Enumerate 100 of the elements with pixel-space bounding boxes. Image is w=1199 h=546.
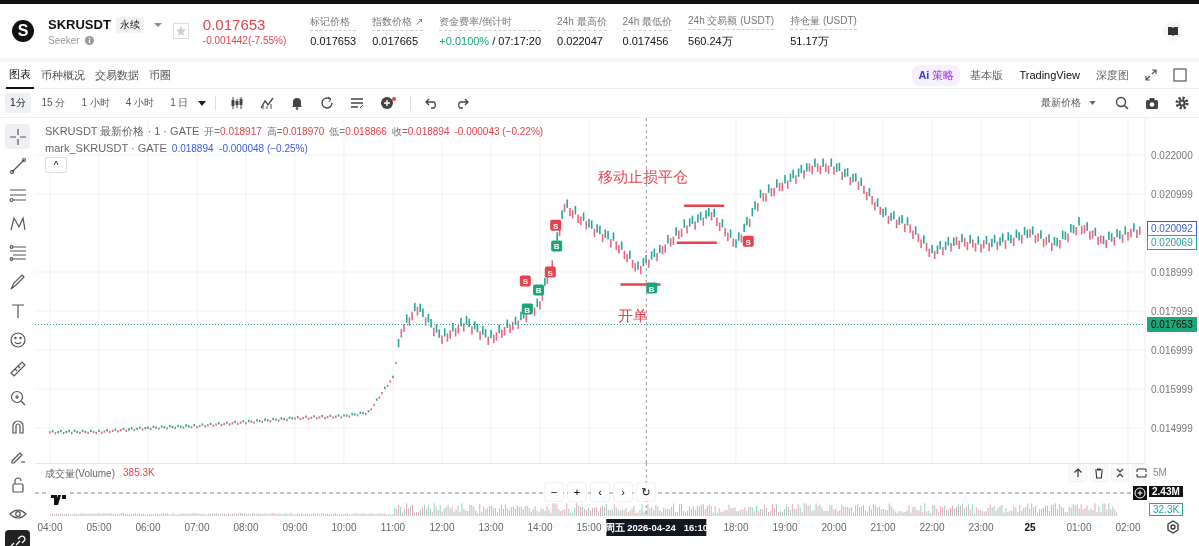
time-axis-label: 11:00 [380,522,406,533]
time-axis-label: 25 [1024,522,1036,533]
symbol-name[interactable]: SKRUSDT [48,17,111,32]
time-axis-label: 10:00 [331,522,357,533]
tab[interactable]: 币种概况 [38,62,88,88]
search-icon[interactable] [1115,96,1129,110]
camera-icon[interactable] [1145,96,1159,110]
expand-icon[interactable] [1145,69,1157,81]
marker-line [620,283,661,286]
add-icon[interactable] [379,96,396,110]
volume-title: 成交量(Volume) [45,467,115,481]
move-up-button[interactable] [1070,465,1086,481]
chart-nav-button[interactable]: + [568,483,586,501]
chart-nav-button[interactable]: ‹ [591,483,609,501]
last-price: 0.017653 [202,16,267,33]
book-icon [1168,26,1178,36]
crosshair-tool-icon[interactable] [5,124,30,149]
stat-value: +0.0100% [439,35,490,47]
time-axis-label: 12:00 [429,522,455,533]
time-axis-label: 22:00 [919,522,945,533]
price-axis-label: 0.014999 [1151,422,1193,434]
collapse-button[interactable]: ^ [45,157,67,173]
stat-value: 51.17万 [790,33,829,49]
price-axis-label: 0.022000 [1151,149,1193,161]
buy-marker: B [521,303,533,315]
delete-button[interactable] [1091,465,1107,481]
volume-last-tag: 32.3K [1149,503,1184,516]
collapse-pane-button[interactable] [1112,465,1128,481]
add-icon[interactable] [1133,486,1147,500]
ohlc-value: 低=0.018866 [329,125,387,139]
interval-button[interactable]: 1 日 [165,93,194,113]
stat-label: 指数价格 ↗ [372,15,424,31]
stat-label: 24h 交易额 (USDT) [688,13,775,30]
indicator-icon[interactable] [259,96,274,110]
stat-value: 0.022047 [557,35,603,47]
buy-marker: B [533,284,545,296]
tab[interactable]: 交易数据 [92,62,142,88]
tab[interactable]: 图表 [6,61,34,89]
stat-value: 560.24万 [688,33,733,49]
collapse-icon [1115,468,1125,478]
legend-change: -0.000043 (−0.22%) [454,126,544,137]
sell-marker: S [519,275,531,287]
caret-icon[interactable] [197,100,206,106]
stat-label: 24h 最高价 [557,15,607,31]
price-axis-label: 0.015999 [1151,383,1193,395]
stat-value: 0.017456 [622,35,669,47]
view-tab[interactable]: 深度图 [1090,64,1135,86]
trash-icon [1094,467,1104,479]
undo-icon[interactable] [424,97,439,109]
volume-line-tag: 2.43M [1149,486,1183,497]
price-axis-label: 0.016999 [1151,344,1193,356]
interval-button[interactable]: 4 小时 [120,93,160,113]
price-tag: 0.017653 [1147,316,1197,332]
coin-name: Seeker [48,34,80,46]
time-axis-label: 05:00 [86,522,112,533]
marker-line [676,241,717,244]
sell-marker: S [544,266,556,278]
list-icon[interactable] [349,96,364,110]
stat-value: 0.017653 [310,35,357,47]
settings-icon[interactable] [1167,520,1179,534]
view-tab[interactable]: 基本版 [964,64,1010,86]
window-icon[interactable] [1173,68,1187,82]
volume-value: 385.3K [123,467,155,480]
arrow-up-icon [1073,468,1083,478]
annotation-text: 开单 [618,306,649,324]
contract-badge: 永续 [115,16,144,33]
price-source-dropdown[interactable]: 最新价格 [1039,94,1083,112]
countdown: / 07:17:20 [492,35,542,47]
buy-marker: B [551,240,563,252]
interval-button[interactable]: 1分 [5,93,31,113]
time-axis-label: 18:00 [723,522,749,533]
replay-icon[interactable] [319,96,334,110]
time-axis-label: 02:00 [1115,522,1141,533]
book-button[interactable] [1163,21,1183,41]
tab[interactable]: 币圈 [146,62,174,88]
candles-icon[interactable] [229,96,244,110]
favorite-star-button[interactable] [172,23,189,39]
time-axis-label: 13:00 [478,522,504,533]
time-axis-label: 08:00 [233,522,259,533]
chart-nav-button[interactable]: ↻ [637,483,655,501]
view-tab[interactable]: TradingView [1013,66,1086,84]
time-axis-label: 19:00 [772,522,798,533]
legend-title: SKRUSDT 最新价格 · 1 · GATE [45,124,200,139]
price-axis-label: 0.020999 [1151,188,1193,200]
info-icon [84,35,94,45]
maximize-pane-button[interactable] [1133,465,1149,481]
time-axis-label: 15:00 [576,522,602,533]
ai-strategy-tab[interactable]: Ai 策略 [912,64,961,86]
mark-price-values: 0.018894 -0.000048 (−0.25%) [171,143,308,154]
marker-line [684,204,725,207]
time-axis-label: 09:00 [282,522,308,533]
time-axis-label: 01:00 [1066,522,1092,533]
interval-button[interactable]: 15 分 [36,93,71,113]
interval-button[interactable]: 1 小时 [76,93,115,113]
time-axis-label: 21:00 [870,522,896,533]
sell-marker: S [742,235,754,247]
chart-nav-button[interactable]: − [545,483,563,501]
price-change: -0.001442(-7.55%) [202,35,287,46]
settings-icon[interactable] [1175,96,1189,110]
chart-nav-button[interactable]: › [614,483,632,501]
